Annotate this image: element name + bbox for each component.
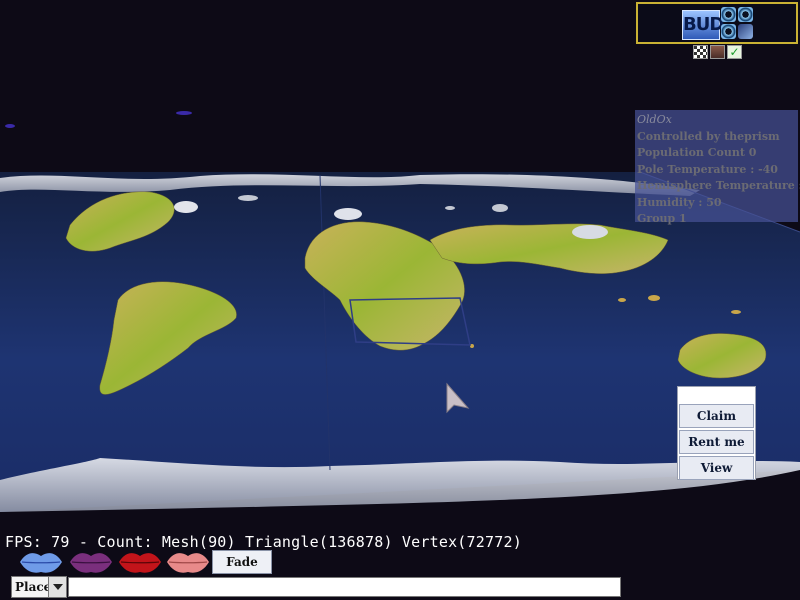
lips-icon bbox=[70, 553, 112, 573]
chat-mode-label: Place bbox=[15, 580, 52, 594]
chat-mode-select[interactable]: Place bbox=[11, 576, 67, 598]
chevron-down-icon[interactable] bbox=[48, 577, 66, 597]
info-hemisphere-temperature: Hemisphere Temperature : 40 bbox=[637, 179, 800, 192]
bud-logo: BUD bbox=[682, 10, 724, 40]
region-info-panel: OldOx Controlled by theprism Population … bbox=[635, 110, 800, 225]
fade-button[interactable]: Fade bbox=[212, 550, 272, 574]
camera-icon[interactable] bbox=[738, 7, 753, 22]
hud-toolbar: ✓ bbox=[693, 45, 743, 61]
rent-me-button[interactable]: Rent me bbox=[679, 430, 754, 454]
region-name: OldOx bbox=[637, 113, 672, 126]
lips-emote-pink-button[interactable] bbox=[165, 550, 211, 574]
lips-icon bbox=[167, 553, 209, 573]
view-button[interactable]: View bbox=[679, 456, 754, 480]
camera-icon[interactable] bbox=[721, 24, 736, 39]
lips-emote-purple-button[interactable] bbox=[68, 550, 114, 574]
brick-icon[interactable] bbox=[710, 45, 725, 59]
hud-logo-panel[interactable]: BUD bbox=[636, 2, 798, 44]
camera-icon[interactable] bbox=[738, 24, 753, 39]
region-action-menu: Claim Rent me View bbox=[677, 386, 756, 480]
lips-emote-blue-button[interactable] bbox=[18, 550, 64, 574]
lips-icon bbox=[20, 553, 62, 573]
check-icon[interactable]: ✓ bbox=[727, 45, 742, 59]
info-pole-temperature: Pole Temperature : -40 bbox=[637, 162, 778, 176]
lips-emote-red-button[interactable] bbox=[117, 550, 163, 574]
lips-icon bbox=[119, 553, 161, 573]
checker-icon[interactable] bbox=[693, 45, 708, 59]
landmass-australia bbox=[677, 333, 767, 379]
claim-button[interactable]: Claim bbox=[679, 404, 754, 428]
info-group: Group 1 bbox=[637, 212, 687, 225]
info-humidity: Humidity : 50 bbox=[637, 195, 722, 209]
camera-icon[interactable] bbox=[721, 7, 736, 22]
chat-input[interactable] bbox=[68, 577, 621, 597]
info-population: Population Count 0 bbox=[637, 146, 757, 159]
fps-counter: FPS: 79 - Count: Mesh(90) Triangle(13687… bbox=[5, 533, 522, 551]
info-owner: Controlled by theprism bbox=[637, 129, 780, 143]
